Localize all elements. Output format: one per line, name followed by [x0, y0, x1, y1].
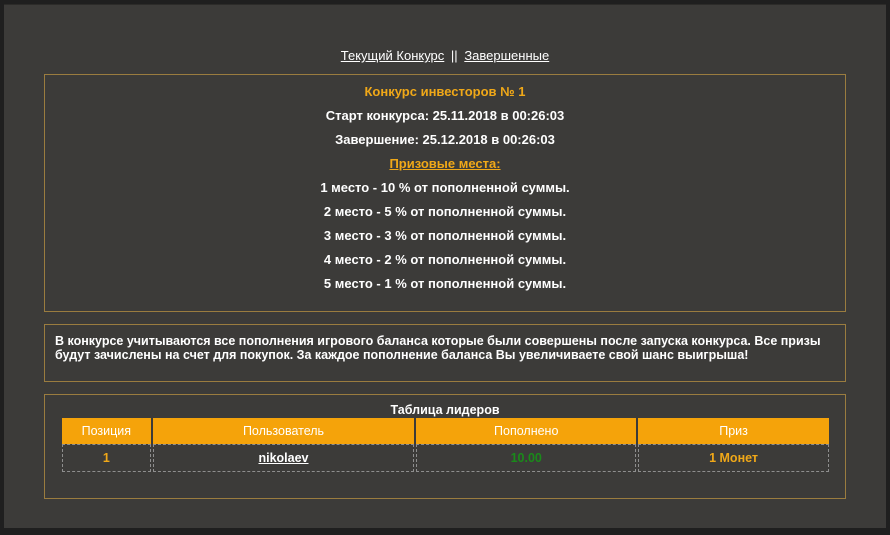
prize-place-2: 2 место - 5 % от пополненной суммы. — [323, 204, 567, 219]
column-position: Позиция — [62, 418, 151, 444]
leaderboard-header-row: Позиция Пользователь Пополнено Приз — [62, 418, 829, 444]
prize-place-3: 3 место - 3 % от пополненной суммы. — [323, 228, 567, 243]
column-prize: Приз — [638, 418, 829, 444]
tab-finished-contests[interactable]: Завершенные — [464, 48, 549, 63]
contest-rules-note: В конкурсе учитываются все пополнения иг… — [44, 324, 846, 382]
row-user: nikolaev — [152, 444, 415, 472]
prize-place-5: 5 место - 1 % от пополненной суммы. — [323, 276, 567, 291]
prize-place-4: 4 место - 2 % от пополненной суммы. — [323, 252, 567, 267]
column-user: Пользователь — [152, 418, 415, 444]
contest-end: Завершение: 25.12.2018 в 00:26:03 — [335, 132, 555, 147]
tab-separator: || — [450, 48, 458, 63]
row-deposited: 10.00 — [416, 444, 637, 472]
contest-start: Старт конкурса: 25.11.2018 в 00:26:03 — [325, 108, 565, 123]
contest-tabs: Текущий Конкурс || Завершенные — [4, 48, 886, 63]
leaderboard-panel: Таблица лидеров Позиция Пользователь Поп… — [44, 394, 846, 499]
tab-current-contest[interactable]: Текущий Конкурс — [341, 48, 445, 63]
row-position: 1 — [62, 444, 151, 472]
user-link[interactable]: nikolaev — [258, 451, 308, 465]
contest-page: Текущий Конкурс || Завершенные Конкурс и… — [4, 4, 886, 528]
row-prize: 1 Монет — [638, 444, 829, 472]
leaderboard-table: Позиция Пользователь Пополнено Приз 1 ni… — [60, 418, 831, 472]
leaderboard-title: Таблица лидеров — [390, 403, 500, 417]
prize-place-1: 1 место - 10 % от пополненной суммы. — [320, 180, 570, 195]
table-row: 1 nikolaev 10.00 1 Монет — [62, 444, 829, 472]
column-deposited: Пополнено — [416, 418, 637, 444]
contest-title: Конкурс инвесторов № 1 — [364, 84, 526, 99]
contest-info-panel: Конкурс инвесторов № 1 Старт конкурса: 2… — [44, 74, 846, 312]
prizes-heading: Призовые места: — [389, 156, 501, 171]
